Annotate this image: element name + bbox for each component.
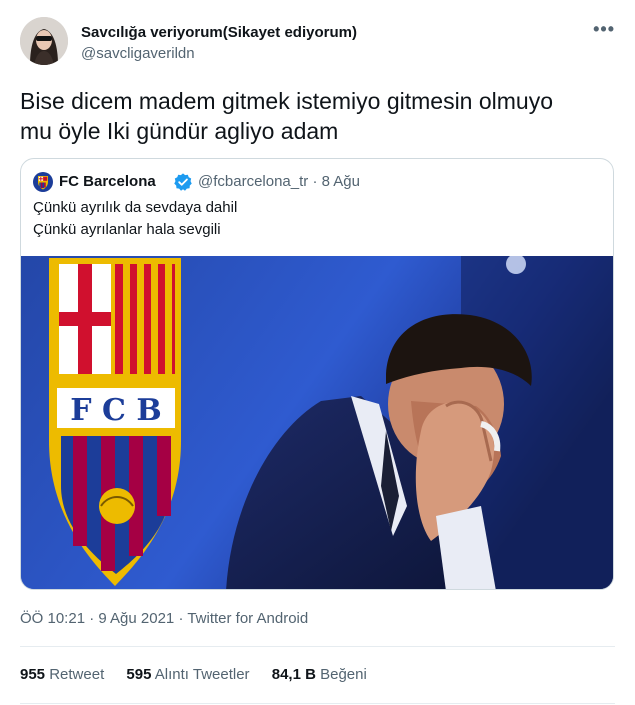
retweets-label: Retweet	[49, 666, 105, 683]
avatar[interactable]	[20, 17, 68, 65]
author-name[interactable]: Savcılığa veriyorum(Sikayet ediyorum)	[81, 24, 357, 41]
quoted-author-meta: @fcbarcelona_tr · 8 Ağu	[198, 173, 360, 190]
separator-dot: ·	[312, 173, 318, 190]
quoted-date[interactable]: 8 Ağu	[322, 173, 360, 190]
quote-tweets-stat[interactable]: 595 Alıntı Tweetler	[126, 666, 249, 683]
likes-label: Beğeni	[320, 666, 367, 683]
tweet-text: Bise dicem madem gitmek istemiyo gitmesi…	[20, 86, 615, 146]
retweets-count: 955	[20, 666, 46, 683]
divider	[20, 703, 615, 704]
fc-barcelona-logo-icon	[33, 172, 53, 192]
tweet-timestamp[interactable]: ÖÖ 10:21 · 9 Ağu 2021 · Twitter for Andr…	[20, 610, 308, 627]
quote-tweets-count: 595	[126, 666, 152, 683]
author-handle[interactable]: @savcligaverildn	[81, 45, 195, 62]
press-conference-photo: F C B	[21, 256, 613, 589]
verified-badge-icon	[174, 173, 192, 191]
divider	[20, 646, 615, 647]
quoted-text-line: Çünkü ayrılık da sevdaya dahil	[33, 199, 238, 216]
likes-count: 84,1 B	[271, 666, 316, 683]
quoted-author-handle[interactable]: @fcbarcelona_tr	[198, 173, 308, 190]
likes-stat[interactable]: 84,1 B Beğeni	[272, 666, 367, 683]
quoted-author-name[interactable]: FC Barcelona	[59, 173, 156, 190]
avatar-image	[20, 17, 68, 65]
quote-tweets-label: Alıntı Tweetler	[154, 666, 250, 683]
svg-text:F C B: F C B	[70, 393, 161, 428]
retweets-stat[interactable]: 955 Retweet	[20, 666, 104, 683]
quoted-text-line: Çünkü ayrılanlar hala sevgili	[33, 221, 221, 238]
tweet-header: Savcılığa veriyorum(Sikayet ediyorum) @s…	[20, 16, 619, 72]
quoted-media-image[interactable]: F C B	[21, 256, 613, 589]
quoted-tweet[interactable]: FC Barcelona @fcbarcelona_tr · 8 Ağu Çün…	[20, 158, 614, 590]
engagement-stats: 955 Retweet 595 Alıntı Tweetler 84,1 B B…	[20, 666, 385, 683]
more-options-icon[interactable]: •••	[593, 19, 615, 40]
tweet-text-line: mu öyle Iki gündür agliyo adam	[20, 118, 339, 144]
tweet-text-line: Bise dicem madem gitmek istemiyo gitmesi…	[20, 88, 554, 114]
